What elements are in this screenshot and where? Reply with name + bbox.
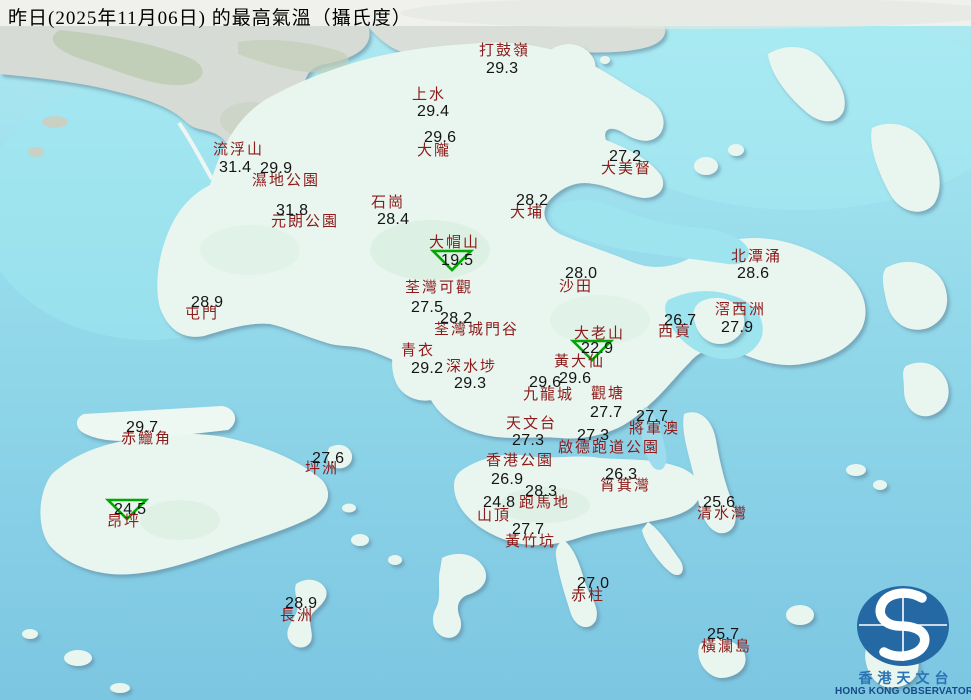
station-max-temperature: 28.9	[191, 294, 224, 311]
station-max-temperature: 27.2	[609, 148, 642, 165]
station-max-temperature: 29.7	[126, 419, 159, 436]
station-max-temperature: 24.8	[483, 494, 516, 511]
station-name: 青衣	[401, 343, 436, 359]
station-max-temperature: 29.6	[529, 374, 562, 391]
hko-logo-title-zh: 香港天文台	[858, 670, 954, 686]
station-name: 深水埗	[446, 359, 498, 375]
station-max-temperature: 31.8	[276, 202, 309, 219]
station-max-temperature: 27.7	[590, 404, 623, 421]
station-name: 石崗	[371, 195, 406, 211]
station-max-temperature: 28.6	[737, 265, 770, 282]
station-name: 大帽山	[429, 235, 481, 251]
station-name: 黃大仙	[554, 354, 606, 370]
station-name: 流浮山	[213, 142, 265, 158]
station-name: 荃灣可觀	[405, 280, 474, 296]
station-max-temperature: 25.6	[703, 494, 736, 511]
station-max-temperature: 27.3	[512, 432, 545, 449]
station-name: 滘西洲	[715, 302, 767, 318]
station-max-temperature: 28.0	[565, 265, 598, 282]
station-name: 觀塘	[591, 386, 626, 402]
station-max-temperature: 22.9	[581, 340, 614, 357]
station-name: 山頂	[477, 508, 512, 524]
station-max-temperature: 28.3	[525, 483, 558, 500]
station-max-temperature: 29.6	[559, 370, 592, 387]
station-max-temperature: 29.3	[486, 60, 519, 77]
station-max-temperature: 26.3	[605, 466, 638, 483]
station-max-temperature: 29.4	[417, 103, 450, 120]
station-name: 大隴	[417, 143, 452, 159]
station-max-temperature: 19.5	[441, 252, 474, 269]
station-name: 沙田	[559, 279, 594, 295]
station-max-temperature: 24.5	[114, 501, 147, 518]
station-max-temperature: 27.5	[411, 299, 444, 316]
station-max-temperature: 28.2	[440, 310, 473, 327]
station-max-temperature: 27.7	[512, 521, 545, 538]
station-max-temperature: 25.7	[707, 626, 740, 643]
station-max-temperature: 31.4	[219, 159, 252, 176]
station-max-temperature: 27.3	[577, 427, 610, 444]
station-max-temperature: 27.9	[721, 319, 754, 336]
station-name: 上水	[412, 87, 447, 103]
station-name: 打鼓嶺	[479, 43, 531, 59]
station-max-temperature: 26.7	[664, 312, 697, 329]
station-max-temperature: 29.6	[424, 129, 457, 146]
station-max-temperature: 27.6	[312, 450, 345, 467]
map-title: 昨日(2025年11月06日) 的最高氣溫（攝氏度）	[8, 8, 412, 29]
station-name: 北潭涌	[731, 249, 783, 265]
station-labels-layer: 打鼓嶺 29.3 上水 29.4 大隴 29.6 流浮山 31.4 濕地公園 29.9 大美督 27.…	[0, 0, 971, 700]
weather-map-canvas: 昨日(2025年11月06日) 的最高氣溫（攝氏度） 打鼓嶺 29.3 上水 29.4…	[0, 0, 971, 700]
hko-logo-title-en: HONG KONG OBSERVATORY	[835, 686, 971, 697]
station-max-temperature: 29.2	[411, 360, 444, 377]
station-name: 香港公園	[486, 453, 555, 469]
station-max-temperature: 29.9	[260, 160, 293, 177]
station-max-temperature: 27.7	[636, 408, 669, 425]
station-max-temperature: 28.2	[516, 192, 549, 209]
station-max-temperature: 28.4	[377, 211, 410, 228]
station-max-temperature: 26.9	[491, 471, 524, 488]
hko-logo-icon	[857, 586, 949, 666]
station-name: 天文台	[506, 416, 558, 432]
station-max-temperature: 28.9	[285, 595, 318, 612]
station-max-temperature: 29.3	[454, 375, 487, 392]
station-max-temperature: 27.0	[577, 575, 610, 592]
